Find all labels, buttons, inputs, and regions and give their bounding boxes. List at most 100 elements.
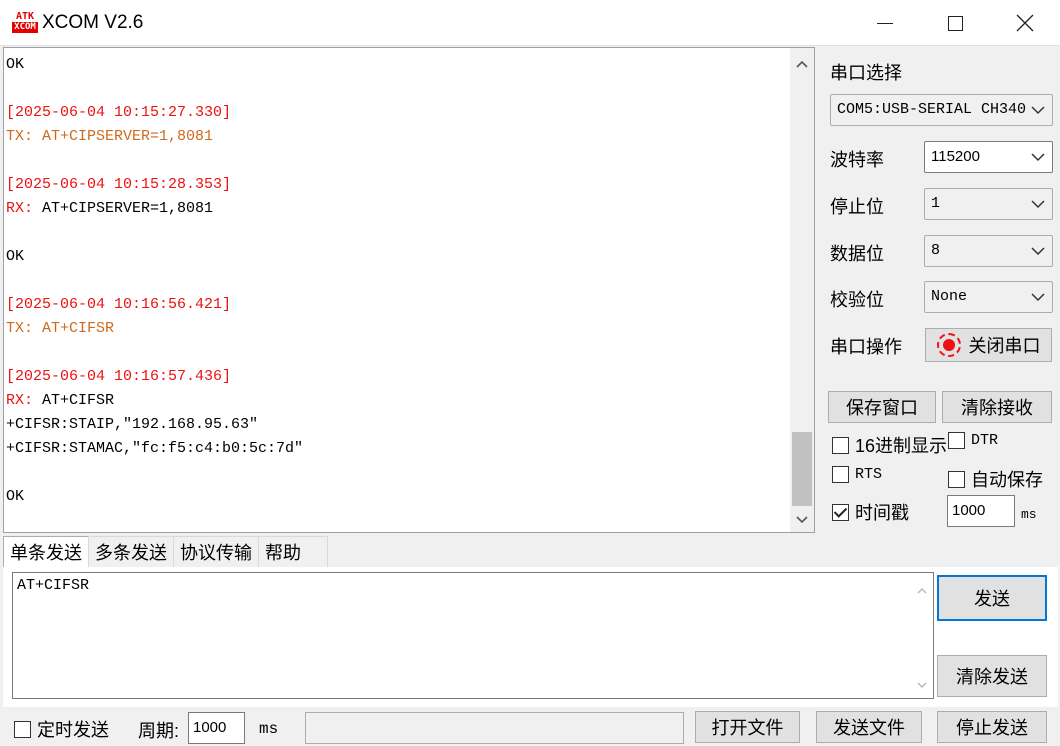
logo-text-bottom: XCOM [12,22,38,33]
checkbox-icon [948,432,965,449]
scroll-up-icon[interactable] [911,579,933,601]
hex-display-label: 16进制显示 [855,436,948,456]
period-label: 周期: [138,721,180,741]
maximize-icon [947,15,963,31]
checkbox-icon [14,720,31,738]
checkbox-icon [948,470,965,488]
chevron-down-icon [1030,189,1046,219]
clear-send-label: 清除发送 [956,667,1028,687]
chevron-down-icon [1030,282,1046,312]
rx-text: AT+CIPSERVER=1,8081 [42,200,214,217]
window-title: XCOM V2.6 [42,12,144,33]
autosave-label: 自动保存 [971,470,1043,490]
receive-line [6,269,786,293]
timestamp-interval-input[interactable]: 1000 [947,495,1015,527]
period-unit: ms [259,720,279,738]
receive-line: TX: AT+CIPSERVER=1,8081 [6,128,214,145]
xcom-logo-icon: ATK XCOM [12,12,38,34]
receive-area[interactable]: OK [2025-06-04 10:15:27.330] TX: AT+CIPSER… [3,47,815,533]
port-select[interactable]: COM5:USB-SERIAL CH340 [830,94,1053,126]
stop-send-button[interactable]: 停止发送 [937,711,1047,743]
receive-line: [2025-06-04 10:16:56.421] [6,296,232,313]
hex-display-checkbox[interactable]: 16进制显示 [832,432,947,458]
port-status-led-icon [936,333,961,357]
receive-line [6,221,786,245]
parity-label: 校验位 [830,290,884,310]
save-window-button[interactable]: 保存窗口 [828,391,936,423]
parity-value: None [931,288,968,305]
minimize-button[interactable] [850,0,920,46]
clear-send-button[interactable]: 清除发送 [937,655,1047,697]
autosave-checkbox[interactable]: 自动保存 [948,466,1043,492]
timed-send-checkbox[interactable]: 定时发送 [14,716,109,742]
send-button[interactable]: 发送 [937,575,1047,621]
parity-select[interactable]: None [924,281,1053,313]
file-path-field [305,712,684,744]
stop-send-label: 停止发送 [956,718,1028,738]
save-window-label: 保存窗口 [846,398,918,418]
receive-line: [2025-06-04 10:15:27.330] [6,104,232,121]
chevron-down-icon [1030,236,1046,266]
tab-single-send[interactable]: 单条发送 [3,536,89,570]
stopbits-select[interactable]: 1 [924,188,1053,220]
chevron-down-icon [1030,142,1046,172]
stopbits-value: 1 [931,195,941,212]
send-input-text: AT+CIFSR [17,577,90,594]
checkbox-checked-icon [832,503,849,521]
baud-select[interactable]: 115200 [924,141,1053,173]
clear-receive-button[interactable]: 清除接收 [942,391,1052,423]
receive-log: OK [2025-06-04 10:15:27.330] TX: AT+CIPSER… [6,53,786,509]
rts-checkbox[interactable]: RTS [832,466,882,483]
send-label: 发送 [974,589,1010,609]
clear-receive-label: 清除接收 [961,398,1033,418]
rx-tag: RX: [6,200,43,217]
open-file-label: 打开文件 [711,718,784,738]
baud-value: 115200 [931,148,980,165]
receive-line: OK [6,56,25,73]
port-op-label: 串口操作 [830,337,902,357]
databits-select[interactable]: 8 [924,235,1053,267]
tab-protocol[interactable]: 协议传输 [173,536,259,568]
receive-line: +CIFSR:STAMAC,"fc:f5:c4:b0:5c:7d" [6,440,304,457]
receive-line: [2025-06-04 10:15:28.353] [6,176,232,193]
receive-line: RX: AT+CIFSR [6,389,786,413]
scroll-down-icon[interactable] [911,674,933,696]
minimize-icon [877,22,893,24]
period-input[interactable]: 1000 [188,712,245,744]
scroll-thumb[interactable] [792,432,812,506]
receive-line: +CIFSR:STAIP,"192.168.95.63" [6,416,259,433]
timestamp-unit: ms [1021,507,1037,522]
port-select-label: 串口选择 [830,63,902,83]
port-select-value: COM5:USB-SERIAL CH340 [837,101,1027,118]
open-file-button[interactable]: 打开文件 [695,711,800,743]
scroll-down-icon[interactable] [790,508,814,532]
send-input[interactable]: AT+CIFSR [12,572,934,699]
maximize-button[interactable] [920,0,990,46]
dtr-checkbox[interactable]: DTR [948,432,998,449]
tab-help[interactable]: 帮助 [258,536,328,568]
timestamp-checkbox[interactable]: 时间戳 [832,499,909,525]
send-file-button[interactable]: 发送文件 [816,711,922,743]
receive-line [6,77,786,101]
tab-multi-send[interactable]: 多条发送 [88,536,174,568]
timestamp-label: 时间戳 [855,503,909,523]
close-port-label: 关闭串口 [968,336,1041,356]
receive-line: [2025-06-04 10:16:57.436] [6,368,232,385]
chevron-down-icon [1030,95,1046,125]
close-port-button[interactable]: 关闭串口 [925,328,1052,362]
receive-line [6,149,786,173]
checkbox-icon [832,466,849,483]
scroll-up-icon[interactable] [790,52,814,76]
stopbits-label: 停止位 [830,197,884,217]
baud-label: 波特率 [830,150,884,170]
receive-line: RX: AT+CIPSERVER=1,8081 [6,197,786,221]
databits-label: 数据位 [830,244,884,264]
send-mode-tabs: 单条发送 多条发送 协议传输 帮助 [3,536,328,570]
logo-text-top: ATK [15,11,35,22]
close-window-button[interactable] [990,0,1060,46]
receive-line: TX: AT+CIFSR [6,320,115,337]
timed-send-label: 定时发送 [37,720,109,740]
receive-scrollbar[interactable] [790,48,814,532]
rts-label: RTS [855,466,883,483]
send-scrollbar[interactable] [911,573,933,698]
